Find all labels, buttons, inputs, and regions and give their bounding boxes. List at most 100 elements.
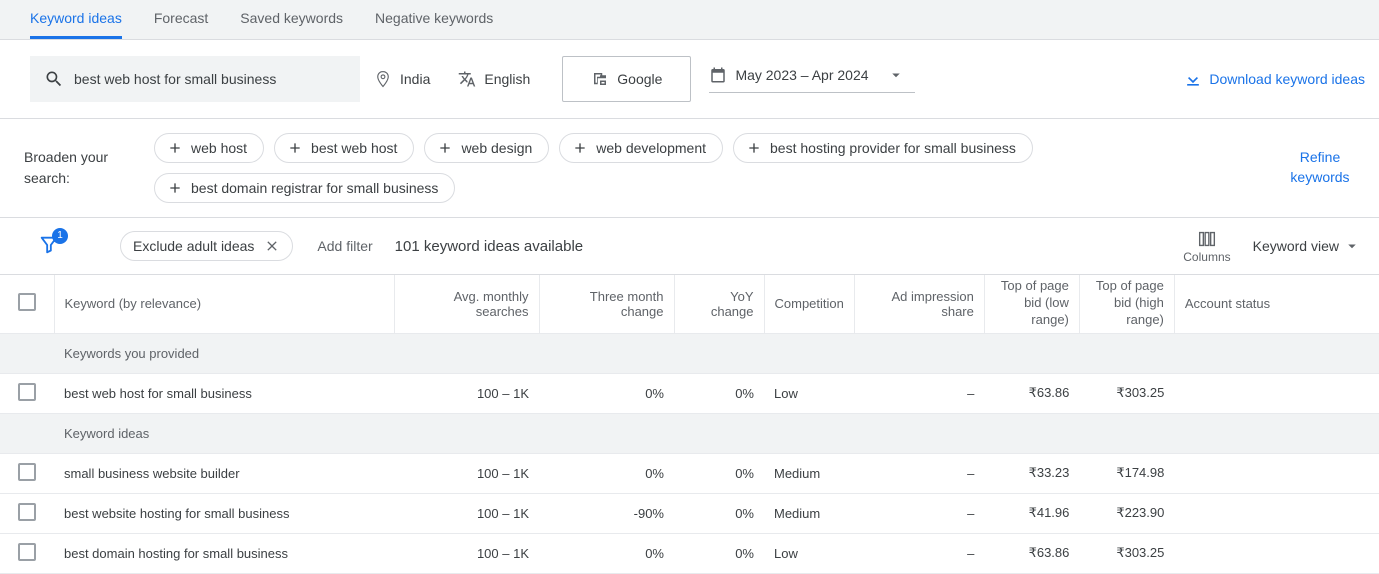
col-competition[interactable]: Competition bbox=[764, 275, 854, 333]
location-selector[interactable]: India bbox=[360, 56, 444, 102]
cell-status bbox=[1174, 373, 1379, 413]
broaden-chip[interactable]: best domain registrar for small business bbox=[154, 173, 455, 203]
col-ad-impression[interactable]: Ad impression share bbox=[854, 275, 984, 333]
network-selector[interactable]: Google bbox=[562, 56, 691, 102]
cell-bid-low: ₹63.86 bbox=[984, 373, 1079, 413]
cell-tmc: 0% bbox=[539, 533, 674, 573]
cell-status bbox=[1174, 453, 1379, 493]
add-filter-button[interactable]: Add filter bbox=[317, 238, 372, 254]
download-icon bbox=[1183, 69, 1203, 89]
col-avg-searches[interactable]: Avg. monthly searches bbox=[394, 275, 539, 333]
filter-icon-button[interactable]: 1 bbox=[38, 234, 60, 259]
dropdown-arrow-icon bbox=[887, 66, 905, 84]
cell-bid-high: ₹174.98 bbox=[1079, 453, 1174, 493]
table-row[interactable]: best domain hosting for small business10… bbox=[0, 533, 1379, 573]
col-account-status[interactable]: Account status bbox=[1174, 275, 1379, 333]
broaden-chip[interactable]: best web host bbox=[274, 133, 414, 163]
cell-bid-high: ₹303.25 bbox=[1079, 373, 1174, 413]
broaden-chip[interactable]: web host bbox=[154, 133, 264, 163]
col-three-month[interactable]: Three month change bbox=[539, 275, 674, 333]
cell-competition: Low bbox=[764, 373, 854, 413]
language-selector[interactable]: English bbox=[444, 56, 544, 102]
cell-bid-low: ₹63.86 bbox=[984, 533, 1079, 573]
row-checkbox[interactable] bbox=[18, 463, 36, 481]
keyword-view-dropdown[interactable]: Keyword view bbox=[1253, 237, 1361, 255]
plus-icon bbox=[746, 140, 762, 156]
location-label: India bbox=[400, 71, 430, 87]
chip-label: web host bbox=[191, 140, 247, 156]
exclude-label: Exclude adult ideas bbox=[133, 238, 254, 254]
cell-avg: 100 – 1K bbox=[394, 453, 539, 493]
broaden-chip[interactable]: best hosting provider for small business bbox=[733, 133, 1033, 163]
tab-forecast[interactable]: Forecast bbox=[154, 0, 208, 39]
close-icon[interactable] bbox=[264, 238, 280, 254]
keyword-search-box[interactable] bbox=[30, 56, 360, 102]
cell-competition: Medium bbox=[764, 493, 854, 533]
keyword-search-input[interactable] bbox=[74, 71, 346, 87]
plus-icon bbox=[287, 140, 303, 156]
row-checkbox[interactable] bbox=[18, 383, 36, 401]
cell-tmc: -90% bbox=[539, 493, 674, 533]
cell-competition: Low bbox=[764, 533, 854, 573]
columns-icon bbox=[1196, 228, 1218, 250]
chip-label: best hosting provider for small business bbox=[770, 140, 1016, 156]
cell-tmc: 0% bbox=[539, 453, 674, 493]
cell-avg: 100 – 1K bbox=[394, 493, 539, 533]
cell-keyword: best domain hosting for small business bbox=[54, 533, 394, 573]
tab-negative-keywords[interactable]: Negative keywords bbox=[375, 0, 493, 39]
broaden-chip[interactable]: web design bbox=[424, 133, 549, 163]
network-icon bbox=[591, 70, 609, 88]
col-bid-high[interactable]: Top of pagebid (highrange) bbox=[1079, 275, 1174, 333]
section-label: Keyword ideas bbox=[54, 413, 1379, 453]
table-section-header: Keyword ideas bbox=[0, 413, 1379, 453]
download-ideas-button[interactable]: Download keyword ideas bbox=[1183, 69, 1365, 89]
broaden-label: Broaden yoursearch: bbox=[24, 147, 154, 189]
refine-keywords-link[interactable]: Refine keywords bbox=[1275, 148, 1365, 187]
tab-keyword-ideas[interactable]: Keyword ideas bbox=[30, 0, 122, 39]
chip-label: web design bbox=[461, 140, 532, 156]
date-range-label: May 2023 – Apr 2024 bbox=[735, 67, 868, 83]
cell-status bbox=[1174, 533, 1379, 573]
language-label: English bbox=[484, 71, 530, 87]
tab-saved-keywords[interactable]: Saved keywords bbox=[240, 0, 343, 39]
cell-keyword: small business website builder bbox=[54, 453, 394, 493]
broaden-chip[interactable]: web development bbox=[559, 133, 723, 163]
col-bid-low[interactable]: Top of pagebid (lowrange) bbox=[984, 275, 1079, 333]
broaden-search-row: Broaden yoursearch: web host best web hos… bbox=[0, 119, 1379, 218]
dropdown-arrow-icon bbox=[1343, 237, 1361, 255]
table-section-header: Keywords you provided bbox=[0, 333, 1379, 373]
cell-impression: – bbox=[854, 453, 984, 493]
main-tabs: Keyword ideas Forecast Saved keywords Ne… bbox=[0, 0, 1379, 40]
row-checkbox[interactable] bbox=[18, 543, 36, 561]
filter-count-badge: 1 bbox=[52, 228, 68, 244]
cell-bid-low: ₹41.96 bbox=[984, 493, 1079, 533]
chip-label: web development bbox=[596, 140, 706, 156]
cell-yoy: 0% bbox=[674, 453, 764, 493]
chip-label: best web host bbox=[311, 140, 397, 156]
cell-bid-low: ₹33.23 bbox=[984, 453, 1079, 493]
columns-button[interactable]: Columns bbox=[1183, 228, 1230, 264]
location-icon bbox=[374, 70, 392, 88]
cell-avg: 100 – 1K bbox=[394, 533, 539, 573]
plus-icon bbox=[167, 180, 183, 196]
cell-impression: – bbox=[854, 533, 984, 573]
exclude-adult-chip[interactable]: Exclude adult ideas bbox=[120, 231, 293, 261]
cell-impression: – bbox=[854, 493, 984, 533]
select-all-checkbox[interactable] bbox=[18, 293, 36, 311]
cell-keyword: best web host for small business bbox=[54, 373, 394, 413]
broaden-chips: web host best web host web design web devel… bbox=[154, 133, 1275, 203]
col-yoy[interactable]: YoY change bbox=[674, 275, 764, 333]
cell-status bbox=[1174, 493, 1379, 533]
download-label: Download keyword ideas bbox=[1209, 71, 1365, 87]
filter-bar: India English Google May 2023 – Apr 2024… bbox=[0, 40, 1379, 119]
network-label: Google bbox=[617, 71, 662, 87]
row-checkbox[interactable] bbox=[18, 503, 36, 521]
table-row[interactable]: best website hosting for small business1… bbox=[0, 493, 1379, 533]
chip-label: best domain registrar for small business bbox=[191, 180, 438, 196]
col-keyword[interactable]: Keyword (by relevance) bbox=[54, 275, 394, 333]
table-row[interactable]: best web host for small business100 – 1K… bbox=[0, 373, 1379, 413]
table-row[interactable]: small business website builder100 – 1K0%… bbox=[0, 453, 1379, 493]
section-label: Keywords you provided bbox=[54, 333, 1379, 373]
date-range-selector[interactable]: May 2023 – Apr 2024 bbox=[709, 66, 914, 93]
keyword-ideas-table: Keyword (by relevance) Avg. monthly sear… bbox=[0, 275, 1379, 574]
